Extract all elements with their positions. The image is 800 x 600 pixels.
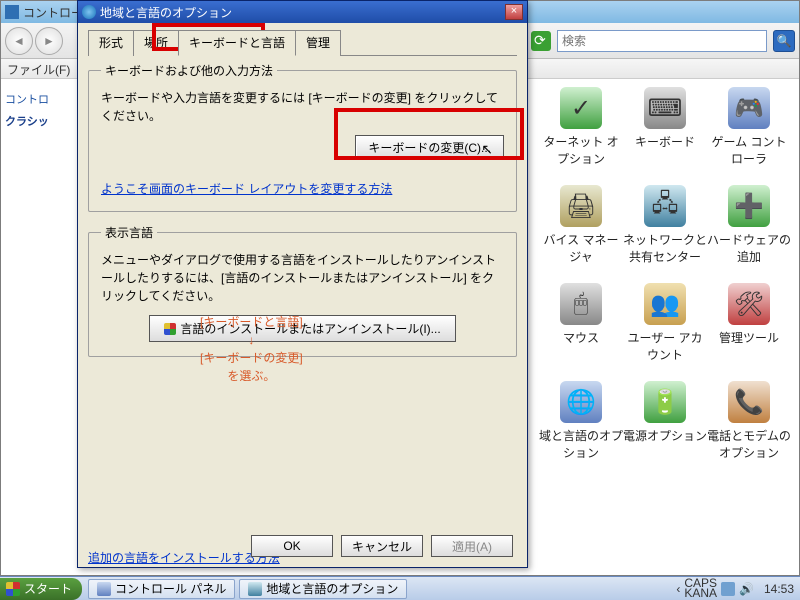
cp-title: コントロー bbox=[23, 4, 83, 21]
taskbar-item-region[interactable]: 地域と言語のオプション bbox=[239, 579, 407, 599]
internet-icon: ✓ bbox=[560, 87, 602, 129]
cp-item[interactable]: 🖱マウス bbox=[539, 283, 623, 381]
menu-file[interactable]: ファイル(F) bbox=[7, 63, 70, 77]
search-input[interactable] bbox=[557, 30, 767, 52]
back-button[interactable]: ◄ bbox=[5, 27, 33, 55]
install-language-button[interactable]: 言語のインストールまたはアンインストール(I)... bbox=[149, 315, 455, 342]
search-icon bbox=[531, 31, 551, 51]
forward-button[interactable]: ► bbox=[35, 27, 63, 55]
folder-icon bbox=[97, 582, 111, 596]
search-go-button[interactable]: 🔍 bbox=[773, 30, 795, 52]
change-keyboard-button[interactable]: キーボードの変更(C)... ↖ bbox=[355, 135, 504, 160]
cp-item[interactable]: 🖨バイス マネージャ bbox=[539, 185, 623, 283]
cp-item[interactable]: 🖧ネットワークと共有センター bbox=[623, 185, 707, 283]
region-icon: 🌐 bbox=[560, 381, 602, 423]
power-icon: 🔋 bbox=[644, 381, 686, 423]
tray-volume-icon[interactable]: 🔊 bbox=[739, 582, 754, 596]
side-link-control[interactable]: コントロ bbox=[5, 91, 65, 107]
cp-item[interactable]: ⌨キーボード bbox=[623, 87, 707, 185]
cp-sidebar: コントロ クラシッ bbox=[1, 79, 69, 575]
keyboard-text: キーボードや入力言語を変更するには [キーボードの変更] をクリックしてください… bbox=[101, 89, 504, 125]
taskbar: スタート コントロール パネル 地域と言語のオプション ‹ CAPSKANA 🔊… bbox=[0, 576, 800, 600]
tray-chevron-icon[interactable]: ‹ bbox=[676, 582, 680, 596]
keyboard-icon: ⌨ bbox=[644, 87, 686, 129]
clock[interactable]: 14:53 bbox=[764, 582, 794, 596]
phone-icon: 📞 bbox=[728, 381, 770, 423]
device-icon: 🖨 bbox=[560, 185, 602, 227]
globe-icon bbox=[82, 5, 96, 19]
cp-item[interactable]: 🌐域と言語のオプション bbox=[539, 381, 623, 479]
keyboard-fieldset: キーボードおよび他の入力方法 キーボードや入力言語を変更するには [キーボードの… bbox=[88, 62, 517, 212]
caps-indicator: CAPSKANA bbox=[684, 579, 717, 599]
display-language-text: メニューやダイアログで使用する言語をインストールしたりアンインストールしたりする… bbox=[101, 251, 504, 305]
tab-format[interactable]: 形式 bbox=[88, 30, 134, 56]
mouse-icon: 🖱 bbox=[560, 283, 602, 325]
tab-keyboard-language[interactable]: キーボードと言語 bbox=[178, 30, 296, 56]
admin-icon: 🛠 bbox=[728, 283, 770, 325]
apply-button[interactable]: 適用(A) bbox=[431, 535, 513, 557]
cp-icon bbox=[5, 5, 19, 19]
taskbar-item-control-panel[interactable]: コントロール パネル bbox=[88, 579, 235, 599]
hardware-icon: ➕ bbox=[728, 185, 770, 227]
tab-admin[interactable]: 管理 bbox=[295, 30, 341, 56]
welcome-layout-link[interactable]: ようこそ画面のキーボード レイアウトを変更する方法 bbox=[101, 180, 392, 197]
start-button[interactable]: スタート bbox=[0, 578, 82, 600]
cp-item[interactable]: ➕ハードウェアの追加 bbox=[707, 185, 791, 283]
cp-item[interactable]: 👥ユーザー アカウント bbox=[623, 283, 707, 381]
cp-item[interactable]: ✓ターネット オプション bbox=[539, 87, 623, 185]
network-icon: 🖧 bbox=[644, 185, 686, 227]
close-button[interactable]: × bbox=[505, 4, 523, 20]
tab-strip: 形式 場所 キーボードと言語 管理 bbox=[88, 29, 517, 56]
cp-item[interactable]: 🔋電源オプション bbox=[623, 381, 707, 479]
cp-item[interactable]: 📞電話とモデムのオプション bbox=[707, 381, 791, 479]
system-tray: ‹ CAPSKANA 🔊 14:53 bbox=[670, 579, 800, 599]
display-language-fieldset: 表示言語 メニューやダイアログで使用する言語をインストールしたりアンインストール… bbox=[88, 224, 517, 357]
windows-flag-icon bbox=[6, 582, 20, 596]
dialog-titlebar[interactable]: 地域と言語のオプション × bbox=[78, 1, 527, 23]
shield-icon bbox=[164, 323, 176, 335]
tab-location[interactable]: 場所 bbox=[133, 30, 179, 56]
dialog-title: 地域と言語のオプション bbox=[100, 4, 232, 21]
cp-item[interactable]: 🎮ゲーム コントローラ bbox=[707, 87, 791, 185]
gamepad-icon: 🎮 bbox=[728, 87, 770, 129]
users-icon: 👥 bbox=[644, 283, 686, 325]
globe-icon bbox=[248, 582, 262, 596]
display-language-legend: 表示言語 bbox=[101, 224, 157, 241]
tray-printer-icon[interactable] bbox=[721, 582, 735, 596]
side-link-classic[interactable]: クラシッ bbox=[5, 113, 65, 129]
region-language-dialog: 地域と言語のオプション × 形式 場所 キーボードと言語 管理 キーボードおよび… bbox=[77, 0, 528, 568]
keyboard-legend: キーボードおよび他の入力方法 bbox=[101, 62, 277, 79]
cancel-button[interactable]: キャンセル bbox=[341, 535, 423, 557]
ok-button[interactable]: OK bbox=[251, 535, 333, 557]
cp-item[interactable]: 🛠管理ツール bbox=[707, 283, 791, 381]
dialog-buttons: OK キャンセル 適用(A) bbox=[251, 535, 513, 557]
